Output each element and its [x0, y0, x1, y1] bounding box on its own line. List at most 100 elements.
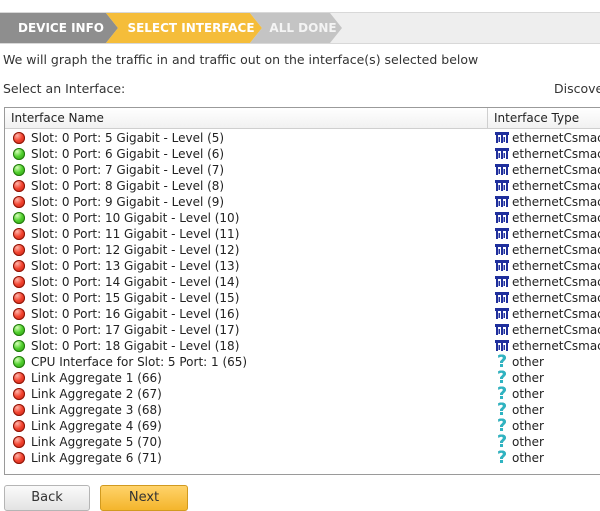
table-row[interactable]: Slot: 0 Port: 17 Gigabit - Level (17) eth… — [5, 322, 600, 338]
back-button[interactable]: Back — [4, 485, 90, 511]
ethernet-icon — [495, 340, 509, 351]
ethernet-icon — [495, 164, 509, 175]
interface-name: Link Aggregate 3 (68) — [31, 403, 162, 417]
select-interface-label: Select an Interface: — [3, 81, 126, 96]
ethernet-icon — [495, 260, 509, 271]
ethernet-icon — [495, 292, 509, 303]
interface-type: ethernetCsmacd — [512, 291, 600, 305]
table-row[interactable]: Slot: 0 Port: 8 Gigabit - Level (8) ether… — [5, 178, 600, 194]
interface-name: Slot: 0 Port: 15 Gigabit - Level (15) — [31, 291, 240, 305]
status-down-icon — [13, 308, 25, 320]
ethernet-icon — [495, 324, 509, 335]
table-row[interactable]: Slot: 0 Port: 7 Gigabit - Level (7) ether… — [5, 162, 600, 178]
interface-type: other — [512, 419, 544, 433]
interface-type: ethernetCsmacd — [512, 147, 600, 161]
interface-type: ethernetCsmacd — [512, 211, 600, 225]
table-row[interactable]: Link Aggregate 6 (71)? other — [5, 448, 600, 468]
wizard-steps: DEVICE INFO SELECT INTERFACE ALL DONE — [0, 12, 600, 44]
interface-type: ethernetCsmacd — [512, 323, 600, 337]
column-header-interface-name[interactable]: Interface Name — [5, 108, 488, 128]
table-row[interactable]: Slot: 0 Port: 5 Gigabit - Level (5) ether… — [5, 130, 600, 146]
interface-table[interactable]: Interface Name Interface Type Slot: 0 Po… — [4, 107, 600, 475]
interface-name: Slot: 0 Port: 8 Gigabit - Level (8) — [31, 179, 225, 193]
interface-type: other — [512, 387, 544, 401]
ethernet-icon — [495, 276, 509, 287]
table-row[interactable]: Link Aggregate 4 (69)? other — [5, 417, 600, 435]
interface-name: Slot: 0 Port: 17 Gigabit - Level (17) — [31, 323, 240, 337]
intro-text: We will graph the traffic in and traffic… — [3, 52, 479, 67]
status-down-icon — [13, 228, 25, 240]
status-down-icon — [13, 196, 25, 208]
table-row[interactable]: Slot: 0 Port: 15 Gigabit - Level (15) eth… — [5, 290, 600, 306]
table-row[interactable]: Link Aggregate 1 (66)? other — [5, 369, 600, 387]
status-down-icon — [13, 292, 25, 304]
ethernet-icon — [495, 196, 509, 207]
table-row[interactable]: Slot: 0 Port: 9 Gigabit - Level (9) ether… — [5, 194, 600, 210]
table-row[interactable]: Link Aggregate 2 (67)? other — [5, 385, 600, 403]
status-down-icon — [13, 404, 25, 416]
interface-name: Slot: 0 Port: 10 Gigabit - Level (10) — [31, 211, 240, 225]
interface-type: ethernetCsmacd — [512, 307, 600, 321]
ethernet-icon — [495, 148, 509, 159]
table-row[interactable]: CPU Interface for Slot: 5 Port: 1 (65)? o… — [5, 353, 600, 371]
status-down-icon — [13, 372, 25, 384]
interface-name: CPU Interface for Slot: 5 Port: 1 (65) — [31, 355, 248, 369]
table-row[interactable]: Slot: 0 Port: 10 Gigabit - Level (10) eth… — [5, 210, 600, 226]
interface-type: other — [512, 435, 544, 449]
status-down-icon — [13, 260, 25, 272]
interface-name: Link Aggregate 2 (67) — [31, 387, 162, 401]
status-down-icon — [13, 180, 25, 192]
next-button[interactable]: Next — [100, 485, 188, 511]
ethernet-icon — [495, 132, 509, 143]
table-row[interactable]: Link Aggregate 3 (68)? other — [5, 401, 600, 419]
status-up-icon — [13, 148, 25, 160]
interface-name: Slot: 0 Port: 7 Gigabit - Level (7) — [31, 163, 225, 177]
interface-type: ethernetCsmacd — [512, 163, 600, 177]
table-header: Interface Name Interface Type — [5, 108, 600, 129]
step-all-done: ALL DONE — [250, 13, 342, 43]
table-row[interactable]: Slot: 0 Port: 6 Gigabit - Level (6) ether… — [5, 146, 600, 162]
interface-type: other — [512, 403, 544, 417]
status-up-icon — [13, 340, 25, 352]
ethernet-icon — [495, 212, 509, 223]
interface-name: Link Aggregate 4 (69) — [31, 419, 162, 433]
interface-name: Link Aggregate 5 (70) — [31, 435, 162, 449]
interface-name: Slot: 0 Port: 16 Gigabit - Level (16) — [31, 307, 240, 321]
table-row[interactable]: Slot: 0 Port: 12 Gigabit - Level (12) eth… — [5, 242, 600, 258]
table-row[interactable]: Slot: 0 Port: 14 Gigabit - Level (14) eth… — [5, 274, 600, 290]
interface-name: Slot: 0 Port: 5 Gigabit - Level (5) — [31, 131, 225, 145]
step-select-interface[interactable]: SELECT INTERFACE — [106, 13, 262, 43]
question-icon: ? — [497, 448, 507, 468]
interface-name: Slot: 0 Port: 14 Gigabit - Level (14) — [31, 275, 240, 289]
status-up-icon — [13, 164, 25, 176]
table-row[interactable]: Link Aggregate 5 (70)? other — [5, 433, 600, 451]
interface-name: Slot: 0 Port: 12 Gigabit - Level (12) — [31, 243, 240, 257]
table-row[interactable]: Slot: 0 Port: 11 Gigabit - Level (11) eth… — [5, 226, 600, 242]
interface-type: ethernetCsmacd — [512, 339, 600, 353]
status-down-icon — [13, 436, 25, 448]
ethernet-icon — [495, 244, 509, 255]
interface-type: ethernetCsmacd — [512, 227, 600, 241]
interface-type: ethernetCsmacd — [512, 275, 600, 289]
status-down-icon — [13, 132, 25, 144]
status-up-icon — [13, 356, 25, 368]
status-down-icon — [13, 420, 25, 432]
status-up-icon — [13, 212, 25, 224]
table-row[interactable]: Slot: 0 Port: 18 Gigabit - Level (18) eth… — [5, 338, 600, 354]
interface-type: ethernetCsmacd — [512, 195, 600, 209]
discovered-label: Discovere — [554, 81, 600, 96]
interface-name: Slot: 0 Port: 13 Gigabit - Level (13) — [31, 259, 240, 273]
interface-name: Slot: 0 Port: 6 Gigabit - Level (6) — [31, 147, 225, 161]
table-row[interactable]: Slot: 0 Port: 13 Gigabit - Level (13) eth… — [5, 258, 600, 274]
interface-type: ethernetCsmacd — [512, 243, 600, 257]
ethernet-icon — [495, 308, 509, 319]
step-device-info[interactable]: DEVICE INFO — [0, 13, 118, 43]
column-header-interface-type[interactable]: Interface Type — [488, 108, 600, 128]
interface-name: Slot: 0 Port: 11 Gigabit - Level (11) — [31, 227, 240, 241]
status-down-icon — [13, 452, 25, 464]
interface-name: Link Aggregate 6 (71) — [31, 451, 162, 465]
table-row[interactable]: Slot: 0 Port: 16 Gigabit - Level (16) eth… — [5, 306, 600, 322]
interface-type: other — [512, 355, 544, 369]
ethernet-icon — [495, 228, 509, 239]
interface-name: Slot: 0 Port: 9 Gigabit - Level (9) — [31, 195, 225, 209]
